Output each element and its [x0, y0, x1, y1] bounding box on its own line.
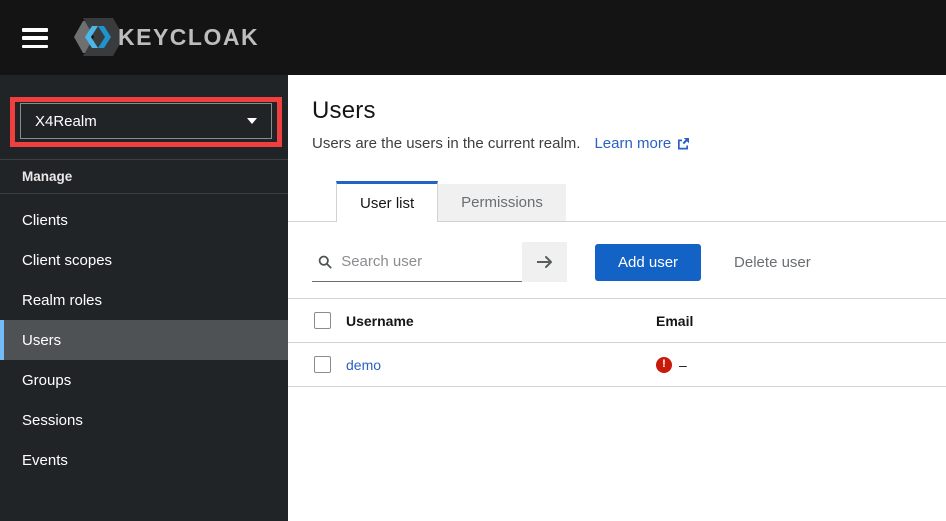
learn-more-label: Learn more: [594, 135, 671, 152]
table-header-row: Username Email: [288, 298, 946, 343]
nav-section-title: Manage: [0, 160, 288, 194]
search-group: [312, 242, 567, 282]
username-link[interactable]: demo: [346, 357, 656, 373]
realm-selector-block: X4Realm: [0, 75, 288, 160]
search-submit-button[interactable]: [522, 242, 567, 282]
sidebar-item-clients[interactable]: Clients: [0, 200, 288, 240]
chevron-down-icon: [247, 118, 257, 124]
page-header: Users Users are the users in the current…: [288, 75, 946, 152]
sidebar-item-realm-roles[interactable]: Realm roles: [0, 280, 288, 320]
sidebar-item-sessions[interactable]: Sessions: [0, 400, 288, 440]
keycloak-admin-console: KEYCLOAK KEYCLOAK X4Realm Manage Clients…: [0, 0, 946, 521]
tab-spacer: [288, 181, 336, 222]
column-header-username: Username: [346, 313, 656, 329]
external-link-icon: [676, 137, 690, 151]
realm-name: X4Realm: [35, 113, 97, 130]
svg-text:KEYCLOAK: KEYCLOAK: [118, 24, 259, 50]
hamburger-menu-icon[interactable]: [22, 28, 48, 48]
sidebar-item-users[interactable]: Users: [0, 320, 288, 360]
add-user-button[interactable]: Add user: [595, 244, 701, 281]
arrow-right-icon: [536, 255, 554, 269]
delete-user-button[interactable]: Delete user: [734, 254, 811, 271]
toolbar: Add user Delete user: [312, 242, 922, 282]
page-subtitle: Users are the users in the current realm…: [312, 135, 580, 152]
select-all-checkbox[interactable]: [314, 312, 331, 329]
realm-selector-dropdown[interactable]: X4Realm: [20, 103, 272, 139]
sidebar-item-groups[interactable]: Groups: [0, 360, 288, 400]
row-checkbox[interactable]: [314, 356, 331, 373]
search-input[interactable]: [341, 253, 522, 270]
top-bar: KEYCLOAK KEYCLOAK: [0, 0, 946, 75]
table-row: demo ! –: [288, 343, 946, 387]
email-value: –: [679, 357, 687, 373]
tab-bar: User list Permissions: [288, 181, 946, 222]
sidebar-item-client-scopes[interactable]: Client scopes: [0, 240, 288, 280]
tab-permissions[interactable]: Permissions: [438, 184, 566, 222]
sidebar: X4Realm Manage Clients Client scopes Rea…: [0, 75, 288, 521]
main-content: Users Users are the users in the current…: [288, 75, 946, 521]
keycloak-logo: KEYCLOAK KEYCLOAK: [68, 14, 266, 60]
tab-user-list[interactable]: User list: [336, 181, 438, 222]
keycloak-logo-icon: KEYCLOAK: [68, 14, 266, 60]
sidebar-item-events[interactable]: Events: [0, 440, 288, 480]
email-cell: ! –: [656, 357, 946, 373]
page-title: Users: [312, 97, 922, 125]
annotation-highlight-box: X4Realm: [10, 97, 282, 147]
error-icon: !: [656, 357, 672, 373]
tab-filler: [566, 181, 946, 222]
search-box: [312, 242, 522, 282]
sidebar-nav-list: Clients Client scopes Realm roles Users …: [0, 194, 288, 480]
page-subtitle-row: Users are the users in the current realm…: [312, 135, 922, 152]
users-table: Username Email demo ! –: [288, 298, 946, 387]
learn-more-link[interactable]: Learn more: [594, 135, 690, 152]
search-icon: [318, 254, 332, 270]
column-header-email: Email: [656, 313, 946, 329]
